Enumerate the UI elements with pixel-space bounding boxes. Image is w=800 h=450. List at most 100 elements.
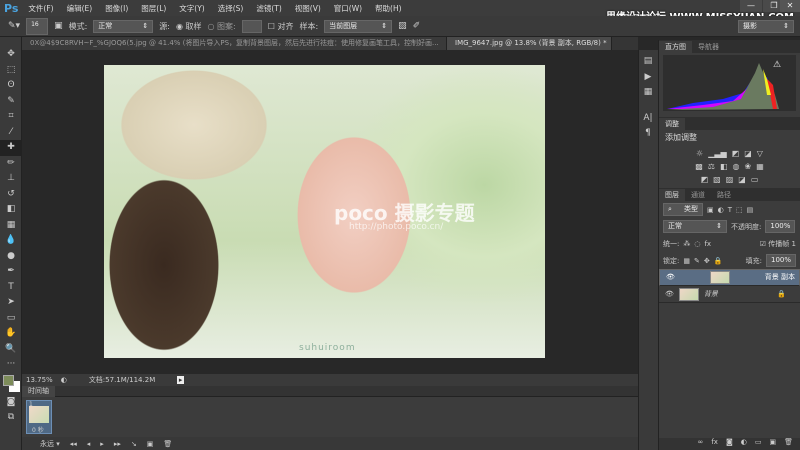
tab-paths[interactable]: 路径 (711, 189, 737, 201)
menu-window[interactable]: 窗口(W) (334, 3, 362, 14)
channel-mixer-icon[interactable]: ❀ (745, 162, 752, 171)
unify-style-icon[interactable]: fx (704, 240, 711, 248)
menu-edit[interactable]: 编辑(E) (67, 3, 93, 14)
prev-frame-icon[interactable]: ◂ (87, 440, 91, 448)
eraser-tool-icon[interactable]: ◧ (0, 202, 22, 218)
swatches-icon[interactable]: ▦ (639, 85, 657, 101)
healing-brush-icon[interactable]: ✎▾ (8, 21, 20, 31)
hue-saturation-icon[interactable]: ▩ (695, 162, 703, 171)
layer-row[interactable]: 👁 背景 副本 (659, 269, 800, 286)
ignore-adjustment-icon[interactable]: ▨ (398, 21, 407, 31)
layer-style-icon[interactable]: fx (711, 438, 718, 450)
menu-filter[interactable]: 滤镜(T) (256, 3, 281, 14)
tab-histogram[interactable]: 直方图 (659, 41, 692, 53)
quick-mask-icon[interactable]: ◙ (0, 395, 22, 411)
play-icon[interactable]: ▸ (100, 440, 104, 448)
curves-icon[interactable]: ◩ (732, 149, 740, 158)
tab-layers[interactable]: 图层 (659, 189, 685, 201)
pattern-picker[interactable] (241, 19, 262, 33)
menu-layer[interactable]: 图层(L) (141, 3, 166, 14)
tween-icon[interactable]: ↘ (131, 440, 137, 448)
tab-adjustments[interactable]: 调整 (659, 118, 685, 130)
shape-tool-icon[interactable]: ▭ (0, 311, 22, 327)
selective-color-icon[interactable]: ◪ (738, 175, 746, 184)
group-icon[interactable]: ▭ (755, 438, 762, 450)
menu-select[interactable]: 选择(S) (218, 3, 244, 14)
menu-type[interactable]: 文字(Y) (179, 3, 204, 14)
pattern-radio[interactable]: ○ 图案: (208, 21, 236, 32)
propagate-checkbox[interactable]: ☑ 传播帧 1 (760, 239, 796, 249)
fill-input[interactable]: 100% (765, 254, 796, 267)
path-select-tool-icon[interactable]: ➤ (0, 295, 22, 311)
foreground-color-swatch[interactable] (3, 374, 14, 386)
aligned-checkbox[interactable]: ☐ 对齐 (268, 21, 294, 32)
filter-adjust-icon[interactable]: ◐ (718, 206, 724, 214)
duplicate-frame-icon[interactable]: ▣ (147, 440, 154, 448)
link-layers-icon[interactable]: ∞ (698, 438, 704, 450)
sample-select[interactable]: 当前图层 ⇕ (324, 19, 393, 33)
filter-type-icon[interactable]: T (728, 206, 732, 214)
next-frame-icon[interactable]: ▸▸ (114, 440, 121, 448)
dodge-tool-icon[interactable]: ● (0, 249, 22, 265)
paragraph-icon[interactable]: ¶ (639, 126, 657, 142)
levels-icon[interactable]: ▁▃▅ (708, 149, 726, 158)
menu-file[interactable]: 文件(F) (28, 3, 53, 14)
layer-name[interactable]: 背景 (704, 289, 718, 299)
add-mask-icon[interactable]: ◙ (726, 438, 733, 450)
layer-filter-select[interactable]: ⌕ 类型 (663, 203, 703, 216)
tab-channels[interactable]: 通道 (685, 189, 711, 201)
character-icon[interactable]: A| (639, 111, 657, 127)
status-icon[interactable]: ◐ (61, 376, 67, 384)
filter-pixel-icon[interactable]: ▣ (707, 206, 714, 214)
visibility-eye-icon[interactable]: 👁 (665, 290, 674, 298)
delete-frame-icon[interactable]: 🗑 (163, 440, 172, 448)
color-lookup-icon[interactable]: ▦ (756, 162, 764, 171)
menu-image[interactable]: 图像(I) (105, 3, 128, 14)
blend-mode-select[interactable]: 正常 ⇕ (663, 220, 727, 233)
crop-tool-icon[interactable]: ⌗ (0, 109, 22, 125)
layer-row[interactable]: 👁 背景 🔒 (659, 286, 800, 303)
opacity-input[interactable]: 100% (765, 220, 796, 233)
healing-brush-tool-icon[interactable]: ✚ (0, 140, 22, 156)
document-image[interactable]: poco 摄影专题 http://photo.poco.cn/ suhuiroo… (104, 65, 545, 358)
screen-mode-icon[interactable]: ⧉ (0, 410, 22, 426)
pen-tool-icon[interactable]: ✒ (0, 264, 22, 280)
zoom-tool-icon[interactable]: 🔍 (0, 342, 22, 358)
pressure-icon[interactable]: ✐ (413, 21, 421, 31)
unify-position-icon[interactable]: ⁂ (683, 240, 690, 248)
new-layer-icon[interactable]: ▣ (769, 438, 776, 450)
black-white-icon[interactable]: ◧ (720, 162, 728, 171)
threshold-icon[interactable]: ▨ (726, 175, 734, 184)
menu-help[interactable]: 帮助(H) (375, 3, 402, 14)
lock-pixels-icon[interactable]: ▦ (683, 257, 690, 265)
eyedropper-tool-icon[interactable]: ⁄ (0, 125, 22, 141)
gradient-tool-icon[interactable]: ▦ (0, 218, 22, 234)
first-frame-icon[interactable]: ◂◂ (70, 440, 77, 448)
menu-view[interactable]: 视图(V) (295, 3, 321, 14)
quick-select-tool-icon[interactable]: ✎ (0, 94, 22, 110)
zoom-level[interactable]: 13.75% (26, 376, 53, 384)
mode-select[interactable]: 正常 ⇕ (93, 19, 154, 33)
brush-size-picker[interactable]: 16 (26, 17, 49, 35)
lasso-tool-icon[interactable]: ʘ (0, 78, 22, 94)
lock-position-icon[interactable]: ✥ (704, 257, 710, 265)
lock-all-icon[interactable]: 🔒 (714, 257, 723, 265)
tab-navigator[interactable]: 导航器 (692, 41, 725, 53)
exposure-icon[interactable]: ◪ (744, 149, 752, 158)
status-menu-arrow-icon[interactable]: ▸ (176, 376, 185, 384)
animation-frame[interactable]: 1 0 秒 (26, 400, 52, 434)
timeline-tab[interactable]: 时间轴 (22, 386, 55, 397)
color-balance-icon[interactable]: ⚖ (708, 162, 715, 171)
filter-shape-icon[interactable]: ⬚ (736, 206, 743, 214)
lock-paint-icon[interactable]: ✎ (694, 257, 700, 265)
delete-layer-icon[interactable]: 🗑 (784, 438, 793, 450)
visibility-eye-icon[interactable]: 👁 (666, 272, 675, 283)
type-tool-icon[interactable]: T (0, 280, 22, 296)
layer-name[interactable]: 背景 副本 (765, 272, 795, 283)
brightness-icon[interactable]: ☼ (696, 149, 703, 158)
actions-icon[interactable]: ▶ (639, 70, 657, 86)
loop-select[interactable]: 永远 ▾ (40, 439, 60, 449)
adjustment-layer-icon[interactable]: ◐ (741, 438, 747, 450)
history-icon[interactable]: ▤ (639, 54, 657, 70)
workspace-select[interactable]: 摄影 ⇕ (738, 20, 794, 33)
